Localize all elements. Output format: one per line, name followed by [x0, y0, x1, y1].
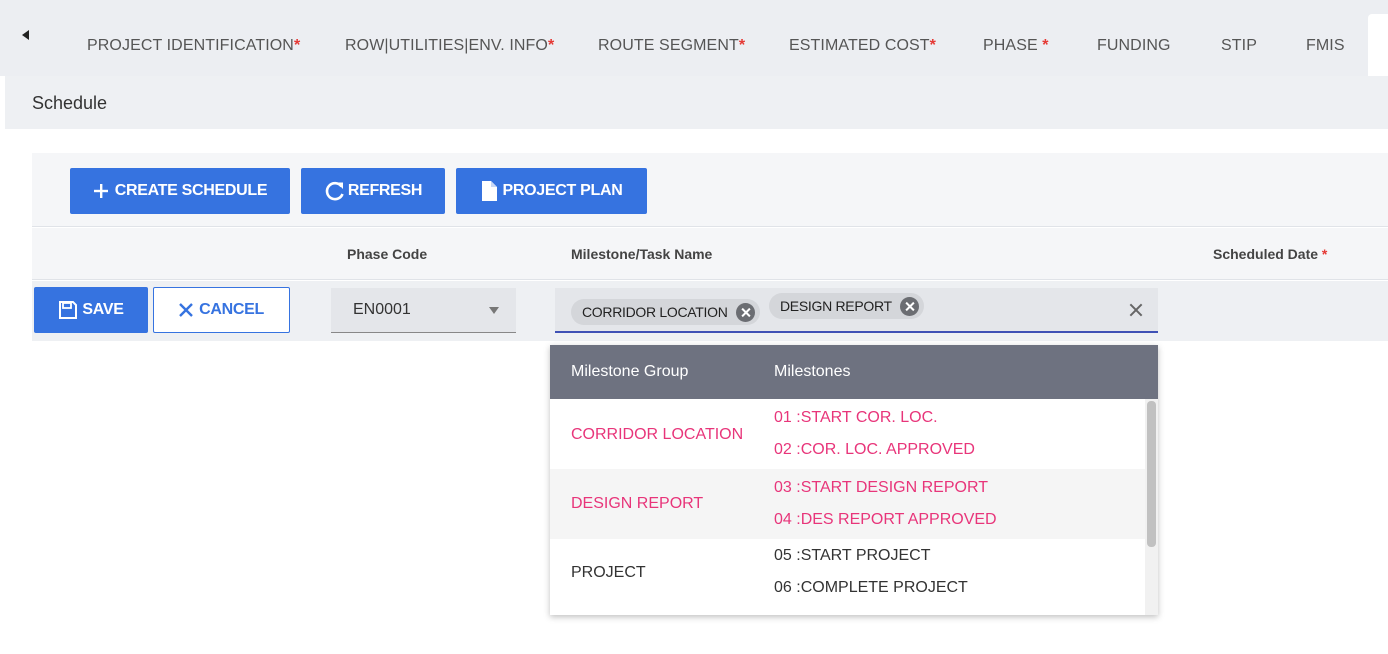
milestone-dropdown: Milestone Group Milestones CORRIDOR LOCA…	[550, 345, 1158, 615]
option-milestone: 04 :DES REPORT APPROVED	[774, 511, 997, 528]
required-mark: *	[293, 37, 301, 54]
phase-code-value: EN0001	[353, 301, 411, 318]
option-milestone: 01 :START COR. LOC.	[774, 409, 938, 426]
option-group: PROJECT	[571, 564, 646, 581]
tab-row-utilities-env-info[interactable]: ROW|UTILITIES|ENV. INFO*	[345, 37, 554, 55]
project-plan-button[interactable]: PROJECT PLAN	[456, 168, 647, 214]
required-mark: *	[547, 37, 555, 54]
column-header-phase-code: Phase Code	[347, 246, 428, 262]
save-button[interactable]: SAVE	[34, 287, 148, 333]
tab-label: ROW|UTILITIES|ENV. INFO	[345, 37, 548, 54]
dropdown-scrollbar-thumb[interactable]	[1147, 401, 1156, 547]
tab-label: FUNDING	[1097, 37, 1171, 54]
document-icon	[481, 181, 497, 201]
scroll-left-icon[interactable]	[22, 30, 29, 40]
remove-chip-icon[interactable]	[735, 302, 755, 322]
tab-fmis[interactable]: FMIS	[1306, 37, 1345, 55]
chip-design-report: DESIGN REPORT	[769, 293, 924, 319]
button-label: SAVE	[82, 301, 124, 318]
dropdown-header-milestones: Milestones	[774, 363, 851, 380]
column-header-scheduled-date: Scheduled Date *	[1213, 246, 1327, 262]
save-icon	[59, 301, 78, 319]
required-mark: *	[1042, 37, 1049, 54]
tab-label: ESTIMATED COST	[789, 37, 930, 54]
option-group: CORRIDOR LOCATION	[571, 426, 744, 443]
tab-label: STIP	[1221, 37, 1257, 54]
option-milestone: 05 :START PROJECT	[774, 547, 931, 564]
tab-label: ROUTE SEGMENT	[598, 37, 739, 54]
button-label: CANCEL	[199, 301, 264, 318]
option-milestone: 02 :COR. LOC. APPROVED	[774, 441, 975, 458]
milestone-multiselect[interactable]: CORRIDOR LOCATION DESIGN REPORT	[555, 288, 1158, 333]
tab-label: PROJECT IDENTIFICATION	[87, 37, 294, 54]
tab-label: FMIS	[1306, 37, 1345, 54]
tab-funding[interactable]: FUNDING	[1097, 37, 1171, 55]
tab-route-segment[interactable]: ROUTE SEGMENT*	[598, 37, 745, 55]
remove-chip-icon[interactable]	[899, 296, 919, 316]
column-header-milestone: Milestone/Task Name	[571, 246, 713, 262]
button-label: CREATE SCHEDULE	[114, 182, 268, 199]
tab-estimated-cost[interactable]: ESTIMATED COST*	[789, 37, 936, 55]
phase-code-select[interactable]: EN0001	[331, 288, 516, 333]
chip-corridor-location: CORRIDOR LOCATION	[571, 299, 760, 325]
section-header: Schedule	[5, 76, 1388, 129]
tab-project-identification[interactable]: PROJECT IDENTIFICATION*	[87, 37, 300, 55]
required-mark: *	[1321, 246, 1328, 262]
plus-icon	[93, 184, 108, 198]
refresh-icon	[325, 181, 344, 201]
chip-label: CORRIDOR LOCATION	[582, 304, 728, 320]
option-group: DESIGN REPORT	[571, 495, 704, 512]
chip-label: DESIGN REPORT	[780, 298, 892, 314]
tab-stip[interactable]: STIP	[1221, 37, 1257, 55]
dropdown-header: Milestone Group Milestones	[550, 345, 1158, 399]
required-mark: *	[929, 37, 936, 54]
cancel-button[interactable]: CANCEL	[153, 287, 290, 333]
option-milestone: 03 :START DESIGN REPORT	[774, 479, 988, 496]
dropdown-option-corridor-location[interactable]: CORRIDOR LOCATION 01 :START COR. LOC. 02…	[550, 399, 1145, 469]
dropdown-option-design-report[interactable]: DESIGN REPORT 03 :START DESIGN REPORT 04…	[550, 469, 1145, 539]
tab-bar: PROJECT IDENTIFICATION* ROW|UTILITIES|EN…	[0, 0, 1388, 76]
dropdown-option-project[interactable]: PROJECT 05 :START PROJECT 06 :COMPLETE P…	[550, 539, 1145, 609]
column-label: Scheduled Date	[1213, 246, 1319, 262]
section-title: Schedule	[32, 93, 108, 113]
caret-down-icon	[489, 307, 499, 314]
button-label: PROJECT PLAN	[502, 182, 623, 199]
option-milestone: 06 :COMPLETE PROJECT	[774, 579, 968, 596]
dropdown-header-group: Milestone Group	[571, 363, 689, 380]
create-schedule-button[interactable]: CREATE SCHEDULE	[70, 168, 290, 214]
tab-label: PHASE	[983, 37, 1043, 54]
close-icon	[179, 303, 193, 317]
required-mark: *	[738, 37, 746, 54]
button-label: REFRESH	[347, 182, 423, 199]
refresh-button[interactable]: REFRESH	[301, 168, 445, 214]
tab-phase[interactable]: PHASE *	[983, 37, 1049, 55]
tab-active[interactable]	[1368, 14, 1388, 76]
clear-all-icon[interactable]	[1128, 302, 1144, 318]
